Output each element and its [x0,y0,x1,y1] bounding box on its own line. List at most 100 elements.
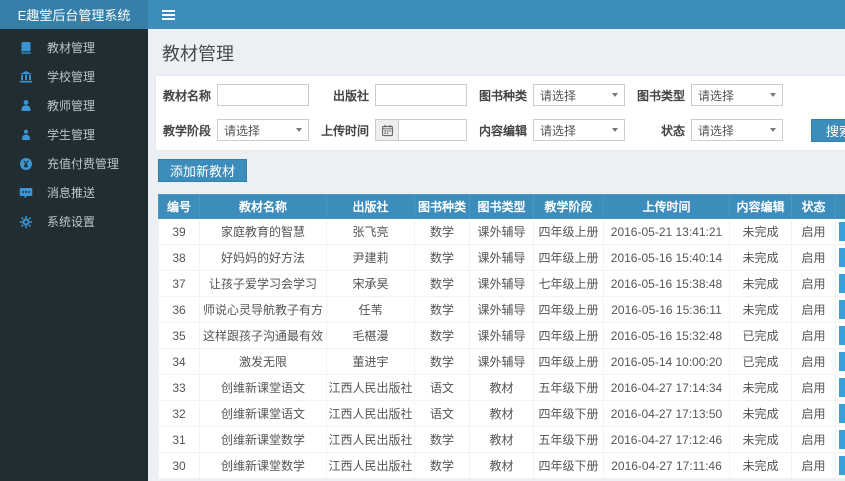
date-addon [375,119,398,141]
filter-rows: 教材名称 出版社 图书种类 请选择 图书类型 请选择 教学阶段 请选择 上传时间 内容编辑 请选择… [161,84,845,142]
filter-label: 教材名称 [162,88,211,103]
filter-select[interactable]: 请选择 [217,119,309,141]
table-cell: 2016-05-21 13:41:21 [603,218,730,245]
sidebar-toggle-button[interactable] [148,0,188,29]
filter-row: 教学阶段请选择上传时间 内容编辑请选择状态请选择搜索 [161,118,845,142]
sidebar-item[interactable]: 系统设置 [0,207,148,236]
table-cell: 数学 [414,348,470,375]
filter-row: 教材名称 出版社 图书种类 请选择 图书类型 请选择 [161,84,845,106]
column-header: 上传时间 [603,194,730,219]
filter-select[interactable]: 请选择 [691,84,783,106]
sidebar-item-label: 学校管理 [47,70,96,84]
table-cell: 四年级上册 [533,322,604,349]
sidebar-item[interactable]: 学生管理 [0,120,148,149]
table-cell: 未完成 [729,296,792,323]
column-header: 教学阶段 [533,194,604,219]
add-textbook-button[interactable]: 添加新教材 [158,159,248,182]
sidebar-item[interactable]: 消息推送 [0,178,148,207]
table-cell: 启用 [791,348,836,375]
row-action-button[interactable] [839,404,845,423]
row-action-button[interactable] [839,326,845,345]
table-cell: 32 [158,400,200,427]
table-cell: 2016-05-16 15:40:14 [603,244,730,271]
sidebar-item[interactable]: 教师管理 [0,91,148,120]
table-cell: 课外辅导 [469,322,534,349]
table-cell: 江西人民出版社 [326,452,415,479]
column-header: 状态 [791,194,836,219]
table-cell: 31 [158,426,200,453]
table-cell: 教材 [469,452,534,479]
row-action-button[interactable] [839,378,845,397]
date-input[interactable] [398,119,467,141]
row-action-button[interactable] [839,430,845,449]
filter-label: 状态 [660,123,685,138]
filter-text-input[interactable] [217,84,309,106]
table-cell: 2016-04-27 17:12:46 [603,426,730,453]
filter-panel: 教材名称 出版社 图书种类 请选择 图书类型 请选择 教学阶段 请选择 上传时间 内容编辑 请选择… [155,75,845,151]
sidebar-item[interactable]: 充值付费管理 [0,149,148,178]
table-cell: 让孩子爱学习会学习 [199,270,327,297]
table-row: 39 家庭教育的智慧 张飞亮 数学 课外辅导 四年级上册 2016-05-21 13:41:… [158,218,845,245]
table-row: 33 创维新课堂语文 江西人民出版社 语文 教材 五年级下册 2016-04-27 17:1… [158,374,845,401]
row-action-button[interactable] [839,222,845,241]
action-cell [835,452,845,479]
table-cell: 教材 [469,374,534,401]
filter-text-input[interactable] [375,84,467,106]
filter-label: 内容编辑 [478,123,527,138]
filter-label: 教学阶段 [162,123,211,138]
filter-select[interactable]: 请选择 [691,119,783,141]
table-cell: 启用 [791,322,836,349]
table-cell: 未完成 [729,400,792,427]
table-cell: 任苇 [326,296,415,323]
table-cell: 创维新课堂数学 [199,426,327,453]
top-navbar: E趣堂后台管理系统 [0,0,845,29]
table-cell: 四年级下册 [533,400,604,427]
table-cell: 数学 [414,270,470,297]
search-button[interactable]: 搜索 [811,118,845,142]
action-cell [835,374,845,401]
gear-icon [19,215,33,228]
app-title: E趣堂后台管理系统 [17,8,131,23]
textbook-table: 编号 教材名称 出版社 图书种类 图书类型 教学阶段 上传时间 内容编辑 状态 39 家庭教育的智… [158,194,845,479]
filter-field: 上传时间 [319,119,467,141]
table-cell: 创维新课堂语文 [199,400,327,427]
table-cell: 张飞亮 [326,218,415,245]
table-cell: 五年级下册 [533,374,604,401]
row-action-button[interactable] [839,456,845,475]
action-cell [835,348,845,375]
filter-select[interactable]: 请选择 [533,84,625,106]
book-icon-wrap [19,41,34,55]
teacher-icon [21,99,31,111]
table-cell: 董进宇 [326,348,415,375]
table-cell: 宋承昊 [326,270,415,297]
table-cell: 启用 [791,400,836,427]
date-field [375,119,467,141]
sidebar-item-label: 充值付费管理 [47,157,120,171]
filter-field: 图书类型 请选择 [635,84,783,106]
row-action-button[interactable] [839,274,845,293]
select-value: 请选择 [698,88,735,103]
table-cell: 未完成 [729,426,792,453]
table-row: 37 让孩子爱学习会学习 宋承昊 数学 课外辅导 七年级上册 2016-05-16 15:3… [158,270,845,297]
sidebar-item[interactable]: 教材管理 [0,33,148,62]
table-cell: 这样跟孩子沟通最有效 [199,322,327,349]
table-cell: 创维新课堂数学 [199,452,327,479]
row-action-button[interactable] [839,300,845,319]
table-cell: 五年级下册 [533,426,604,453]
sidebar-item-label: 教材管理 [47,41,96,55]
table-cell: 数学 [414,452,470,479]
table-cell: 2016-04-27 17:14:34 [603,374,730,401]
hamburger-icon [161,17,175,20]
filter-select[interactable]: 请选择 [533,119,625,141]
row-action-button[interactable] [839,352,845,371]
filter-field: 教材名称 [161,84,309,106]
table-cell: 师说心灵导航教子有方 [199,296,327,323]
table-cell: 38 [158,244,200,271]
app-logo[interactable]: E趣堂后台管理系统 [0,0,148,29]
action-cell [835,322,845,349]
table-cell: 好妈妈的好方法 [199,244,327,271]
hamburger-icon [161,13,175,16]
row-action-button[interactable] [839,248,845,267]
sidebar-item[interactable]: 学校管理 [0,62,148,91]
column-header: 编号 [158,194,200,219]
